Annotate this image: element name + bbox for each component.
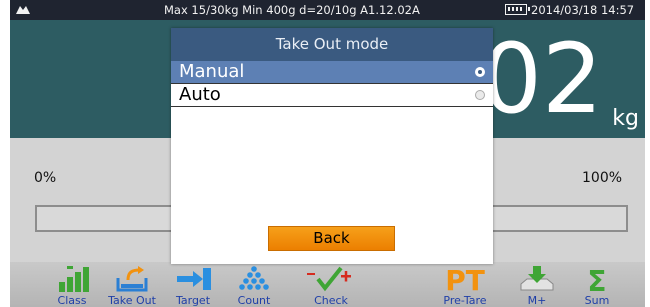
pre-tare-button[interactable]: PT Pre-Tare <box>435 262 495 307</box>
date-time: 2014/03/18 14:57 <box>531 3 635 17</box>
dialog-title: Take Out mode <box>171 28 493 61</box>
option-manual[interactable]: Manual <box>171 61 493 83</box>
count-balls-icon <box>239 266 269 290</box>
back-button[interactable]: Back <box>268 226 395 251</box>
option-divider <box>171 106 493 107</box>
sum-button[interactable]: Σ Sum <box>567 262 627 307</box>
weight-value: 02 <box>480 23 603 135</box>
function-toolbar: Class Take Out Target Count Check PT Pre… <box>10 262 645 307</box>
sum-label: Sum <box>584 294 610 307</box>
option-manual-label: Manual <box>179 61 245 82</box>
battery-icon <box>505 4 530 15</box>
pre-tare-pt-icon: PT <box>445 264 485 292</box>
scale-info: Max 15/30kg Min 400g d=20/10g A1.12.02A <box>164 3 420 17</box>
weight-unit: kg <box>612 106 639 131</box>
radio-unselected-icon <box>475 90 485 100</box>
svg-text:PT: PT <box>445 264 485 292</box>
status-bar: Max 15/30kg Min 400g d=20/10g A1.12.02A … <box>10 0 645 20</box>
memory-plus-icon <box>520 266 554 291</box>
option-auto-label: Auto <box>179 84 221 105</box>
target-arrow-icon <box>177 268 211 290</box>
scale-screen: Max 15/30kg Min 400g d=20/10g A1.12.02A … <box>10 0 645 307</box>
class-bars-icon <box>59 266 89 292</box>
sum-sigma-icon: Σ <box>587 265 606 292</box>
option-auto[interactable]: Auto <box>171 84 493 106</box>
signal-icon <box>16 6 30 14</box>
progress-min-label: 0% <box>34 170 57 186</box>
take-out-tray-icon <box>116 266 148 292</box>
svg-text:Σ: Σ <box>587 265 606 292</box>
progress-max-label: 100% <box>582 170 623 186</box>
radio-selected-icon <box>475 67 485 77</box>
take-out-mode-dialog: Take Out mode Manual Auto Back <box>171 28 493 264</box>
pre-tare-label: Pre-Tare <box>443 294 487 307</box>
check-button[interactable]: Check <box>301 262 361 307</box>
count-label: Count <box>237 294 271 307</box>
check-mark-icon <box>307 266 351 292</box>
count-button[interactable]: Count <box>224 262 284 307</box>
check-label: Check <box>314 294 348 307</box>
